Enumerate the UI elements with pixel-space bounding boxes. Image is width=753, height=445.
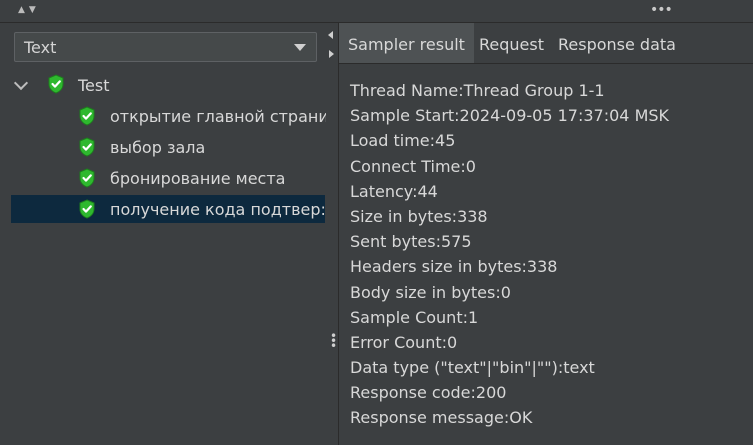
success-shield-icon <box>79 199 95 219</box>
tab-request[interactable]: Request <box>479 23 544 63</box>
connect-time: Connect Time:0 <box>350 156 476 176</box>
tab-sampler-result[interactable]: Sampler result <box>339 23 474 63</box>
body-size: Body size in bytes:0 <box>350 282 511 302</box>
load-time: Load time:45 <box>350 131 456 151</box>
tree-item-label: получение кода подтвер: <box>110 200 326 219</box>
success-shield-icon <box>79 137 95 157</box>
response-message: Response message:OK <box>350 408 533 428</box>
expand-chevron-icon[interactable] <box>13 75 29 91</box>
tree-item-label: открытие главной страни <box>110 107 329 126</box>
headers-size: Headers size in bytes:338 <box>350 257 558 277</box>
top-toolbar: ▲▼ ••• <box>0 0 753 23</box>
collapse-left-icon[interactable] <box>328 31 333 39</box>
results-tree-panel: Text Test открытие главной страни выбор <box>0 23 329 445</box>
renderer-select-value: Text <box>24 38 57 57</box>
tree-item[interactable]: бронирование места <box>0 165 325 193</box>
tree-item-label: бронирование места <box>110 169 286 188</box>
sample-start: Sample Start:2024-09-05 17:37:04 MSK <box>350 106 670 126</box>
latency: Latency:44 <box>350 181 438 201</box>
sampler-result-text: Thread Name:Thread Group 1-1 Sample Star… <box>350 78 669 431</box>
tree-item-label: выбор зала <box>110 138 206 157</box>
split-divider[interactable]: • • • <box>326 23 338 445</box>
data-type: Data type ("text"|"bin"|""):text <box>350 358 595 378</box>
collapse-right-icon[interactable] <box>329 50 334 58</box>
sample-count: Sample Count:1 <box>350 307 479 327</box>
size-in-bytes: Size in bytes:338 <box>350 206 488 226</box>
result-details-panel: Sampler result Request Response data Thr… <box>338 23 753 445</box>
tree-root-label: Test <box>78 76 110 95</box>
success-shield-icon <box>79 168 95 188</box>
tree-root-row[interactable]: Test <box>0 72 325 100</box>
renderer-select[interactable]: Text <box>14 32 317 62</box>
sent-bytes: Sent bytes:575 <box>350 232 472 252</box>
response-code: Response code:200 <box>350 383 507 403</box>
tree-item-selected[interactable]: получение кода подтвер: <box>11 195 326 223</box>
tab-response-data[interactable]: Response data <box>558 23 676 63</box>
error-count: Error Count:0 <box>350 332 458 352</box>
result-tabs: Sampler result Request Response data <box>339 23 753 64</box>
success-shield-icon <box>79 106 95 126</box>
tree-item[interactable]: открытие главной страни <box>0 103 329 131</box>
thread-name: Thread Name:Thread Group 1-1 <box>350 81 605 100</box>
tree-item[interactable]: выбор зала <box>0 134 325 162</box>
more-options-icon[interactable]: ••• <box>650 2 673 18</box>
success-shield-icon <box>48 74 64 94</box>
collapse-panels-icon[interactable]: ▲▼ <box>18 5 40 15</box>
drag-grip-icon[interactable]: • • • <box>330 330 337 352</box>
chevron-down-icon[interactable] <box>294 44 306 51</box>
